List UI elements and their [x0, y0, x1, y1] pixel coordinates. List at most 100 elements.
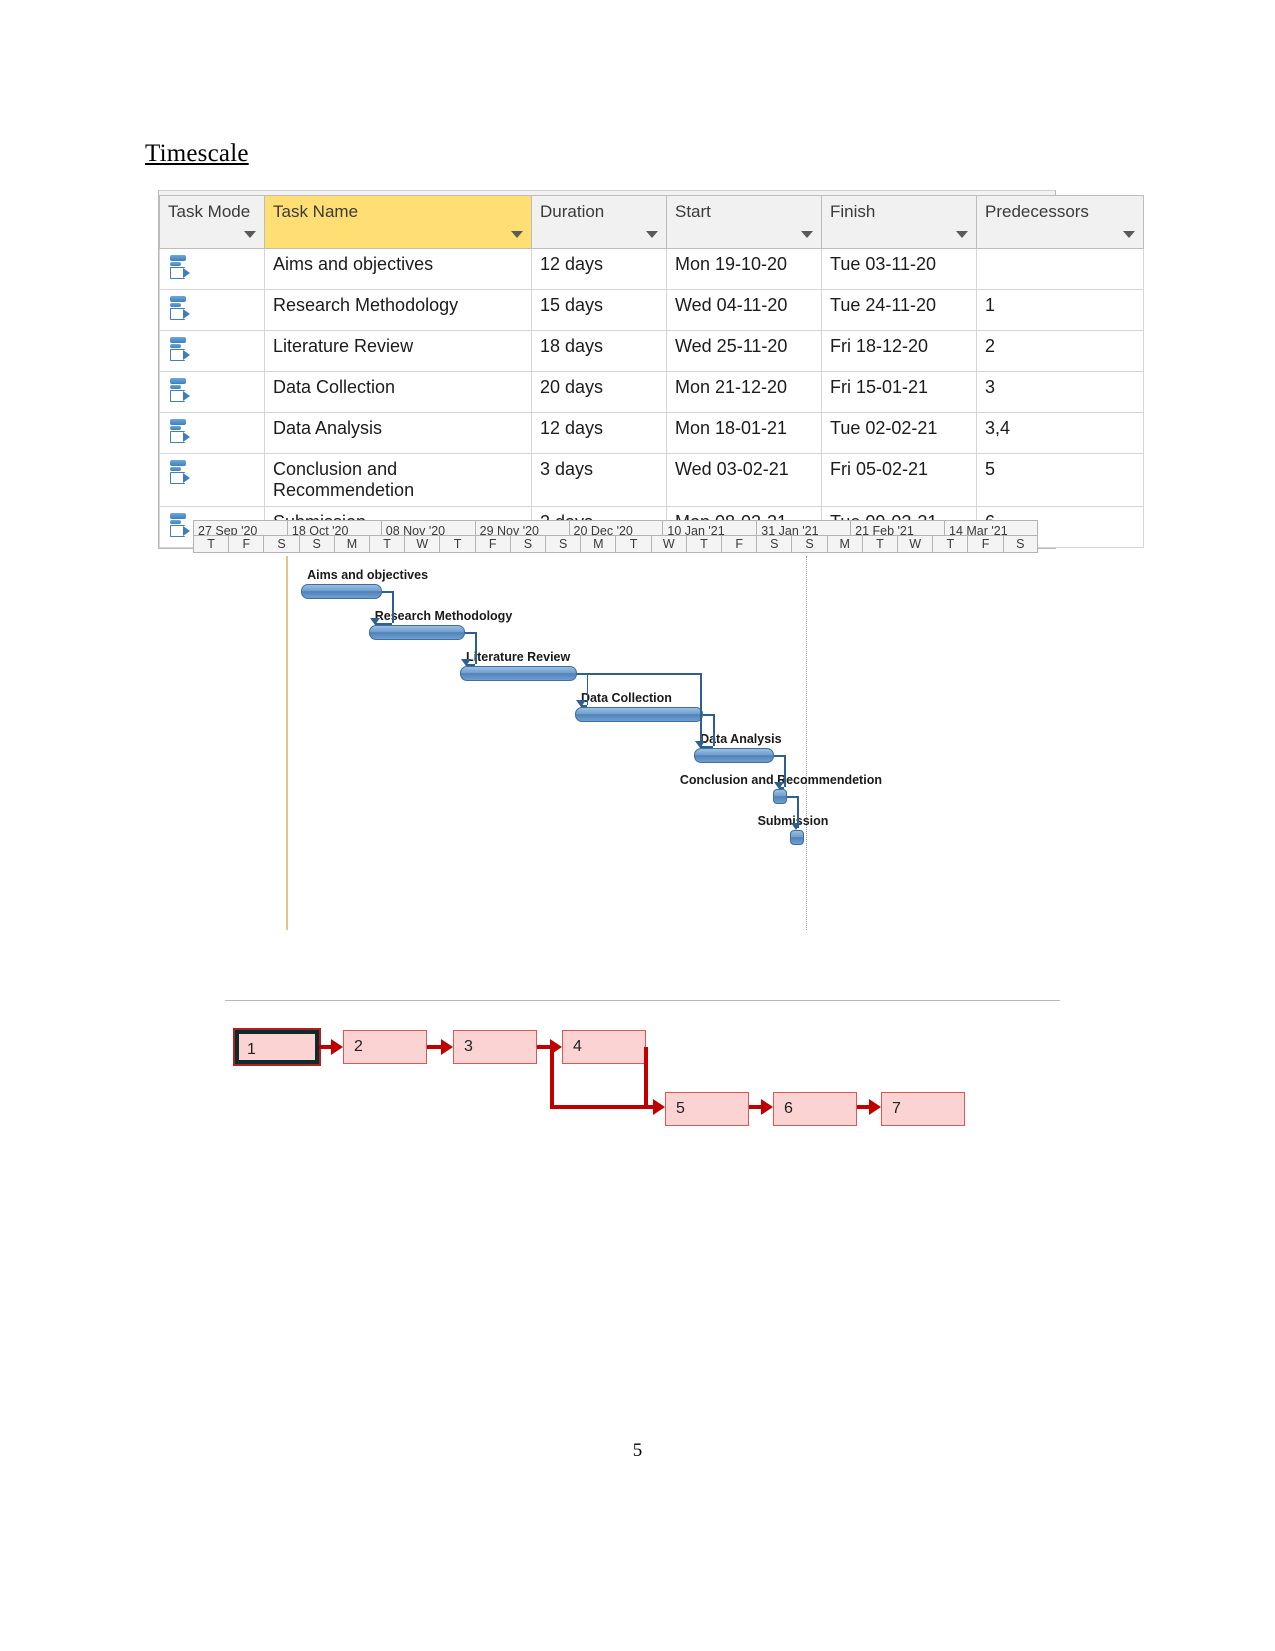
cell-predecessors[interactable]: 2 — [976, 330, 1144, 372]
gantt-month-label: 08 Nov '20 — [380, 520, 475, 536]
network-link-arrow — [441, 1039, 453, 1055]
cell-task-mode[interactable] — [159, 248, 265, 290]
task-table: Task Mode Task Name Duration Start Finis… — [159, 195, 1144, 548]
cell-finish[interactable]: Fri 15-01-21 — [821, 371, 977, 413]
filter-dropdown-icon[interactable] — [244, 231, 256, 238]
page-title: Timescale — [145, 140, 249, 167]
network-node[interactable]: 7 — [881, 1092, 965, 1126]
gantt-bar[interactable] — [789, 830, 804, 845]
table-header-row: Task Mode Task Name Duration Start Finis… — [159, 195, 1144, 249]
gantt-day-label: T — [615, 536, 651, 553]
gantt-day-label: M — [826, 536, 862, 553]
gantt-dependency-arrow — [461, 659, 472, 666]
cell-predecessors[interactable] — [976, 248, 1144, 290]
cell-duration[interactable]: 12 days — [531, 248, 667, 290]
cell-start[interactable]: Wed 25-11-20 — [666, 330, 822, 372]
network-node[interactable]: 5 — [665, 1092, 749, 1126]
gantt-bar[interactable] — [772, 789, 788, 804]
cell-task-name[interactable]: Research Methodology — [264, 289, 532, 331]
cell-start[interactable]: Wed 04-11-20 — [666, 289, 822, 331]
column-header-finish[interactable]: Finish — [821, 195, 977, 249]
cell-duration[interactable]: 12 days — [531, 412, 667, 454]
cell-duration[interactable]: 20 days — [531, 371, 667, 413]
table-row[interactable]: Conclusion and Recommendetion 3 days Wed 0… — [159, 453, 1144, 507]
gantt-dependency-arrow — [369, 618, 380, 625]
cell-task-mode[interactable] — [159, 412, 265, 454]
gantt-bar[interactable] — [574, 707, 704, 722]
gantt-month-row: 27 Sep '20 18 Oct '20 08 Nov '20 29 Nov '20… — [193, 520, 1038, 536]
cell-finish[interactable]: Tue 03-11-20 — [821, 248, 977, 290]
cell-predecessors[interactable]: 5 — [976, 453, 1144, 507]
gantt-dependency-link — [392, 591, 394, 623]
cell-duration[interactable]: 18 days — [531, 330, 667, 372]
filter-dropdown-icon[interactable] — [511, 231, 523, 238]
gantt-bars-area: Aims and objectives Research Methodology L… — [193, 556, 1038, 930]
cell-finish[interactable]: Fri 18-12-20 — [821, 330, 977, 372]
filter-dropdown-icon[interactable] — [646, 231, 658, 238]
cell-task-name[interactable]: Data Analysis — [264, 412, 532, 454]
gantt-dependency-link — [713, 714, 715, 746]
cell-task-mode[interactable] — [159, 330, 265, 372]
column-header-task-mode-label: Task Mode — [168, 202, 251, 221]
gantt-day-label: S — [263, 536, 299, 553]
gantt-day-label: F — [967, 536, 1003, 553]
column-header-duration[interactable]: Duration — [531, 195, 667, 249]
gantt-month-label: 27 Sep '20 — [193, 520, 287, 536]
table-row[interactable]: Literature Review 18 days Wed 25-11-20 Fri … — [159, 330, 1144, 372]
network-node[interactable]: 1 — [235, 1030, 319, 1064]
cell-task-name[interactable]: Literature Review — [264, 330, 532, 372]
column-header-task-name[interactable]: Task Name — [264, 195, 532, 249]
gantt-dependency-link — [465, 632, 476, 634]
cell-duration[interactable]: 3 days — [531, 453, 667, 507]
cell-finish[interactable]: Fri 05-02-21 — [821, 453, 977, 507]
cell-finish[interactable]: Tue 02-02-21 — [821, 412, 977, 454]
cell-task-mode[interactable] — [159, 371, 265, 413]
cell-start[interactable]: Mon 19-10-20 — [666, 248, 822, 290]
gantt-dependency-link — [382, 591, 393, 593]
gantt-bar[interactable] — [694, 748, 775, 763]
cell-task-name[interactable]: Conclusion and Recommendetion — [264, 453, 532, 507]
cell-predecessors[interactable]: 1 — [976, 289, 1144, 331]
column-header-predecessors[interactable]: Predecessors — [976, 195, 1144, 249]
column-header-task-name-label: Task Name — [273, 202, 359, 221]
table-row[interactable]: Research Methodology 15 days Wed 04-11-20 T… — [159, 289, 1144, 331]
table-row[interactable]: Data Analysis 12 days Mon 18-01-21 Tue 02-0… — [159, 412, 1144, 454]
cell-task-mode[interactable] — [159, 289, 265, 331]
auto-schedule-icon — [168, 378, 194, 404]
cell-start[interactable]: Mon 18-01-21 — [666, 412, 822, 454]
gantt-day-label: T — [932, 536, 968, 553]
gantt-day-label: S — [756, 536, 792, 553]
cell-duration[interactable]: 15 days — [531, 289, 667, 331]
gantt-day-label: W — [897, 536, 933, 553]
network-node[interactable]: 6 — [773, 1092, 857, 1126]
gantt-dependency-arrow — [773, 782, 784, 789]
cell-predecessors[interactable]: 3,4 — [976, 412, 1144, 454]
gantt-bar[interactable] — [460, 666, 577, 681]
table-row[interactable]: Data Collection 20 days Mon 21-12-20 Fri 15… — [159, 371, 1144, 413]
cell-finish[interactable]: Tue 24-11-20 — [821, 289, 977, 331]
cell-start[interactable]: Mon 21-12-20 — [666, 371, 822, 413]
cell-task-name[interactable]: Data Collection — [264, 371, 532, 413]
network-node[interactable]: 3 — [453, 1030, 537, 1064]
filter-dropdown-icon[interactable] — [1123, 231, 1135, 238]
page-number: 5 — [632, 1440, 643, 1461]
table-row[interactable]: Aims and objectives 12 days Mon 19-10-20 Tu… — [159, 248, 1144, 290]
cell-task-name[interactable]: Aims and objectives — [264, 248, 532, 290]
gantt-month-label: 14 Mar '21 — [944, 520, 1038, 536]
column-header-finish-label: Finish — [830, 202, 876, 221]
gantt-day-label: T — [193, 536, 229, 553]
network-node[interactable]: 4 — [562, 1030, 646, 1064]
network-node[interactable]: 2 — [343, 1030, 427, 1064]
cell-task-mode[interactable] — [159, 453, 265, 507]
filter-dropdown-icon[interactable] — [956, 231, 968, 238]
gantt-month-label: 20 Dec '20 — [568, 520, 663, 536]
column-header-task-mode[interactable]: Task Mode — [159, 195, 265, 249]
column-header-start[interactable]: Start — [666, 195, 822, 249]
filter-dropdown-icon[interactable] — [801, 231, 813, 238]
gantt-bar[interactable] — [368, 625, 466, 640]
cell-start[interactable]: Wed 03-02-21 — [666, 453, 822, 507]
gantt-bar[interactable] — [301, 584, 383, 599]
auto-schedule-icon — [168, 460, 194, 486]
cell-predecessors[interactable]: 3 — [976, 371, 1144, 413]
gantt-day-row: TFSSMTWTFSSMTWTFSSMTWTFS — [193, 536, 1038, 553]
